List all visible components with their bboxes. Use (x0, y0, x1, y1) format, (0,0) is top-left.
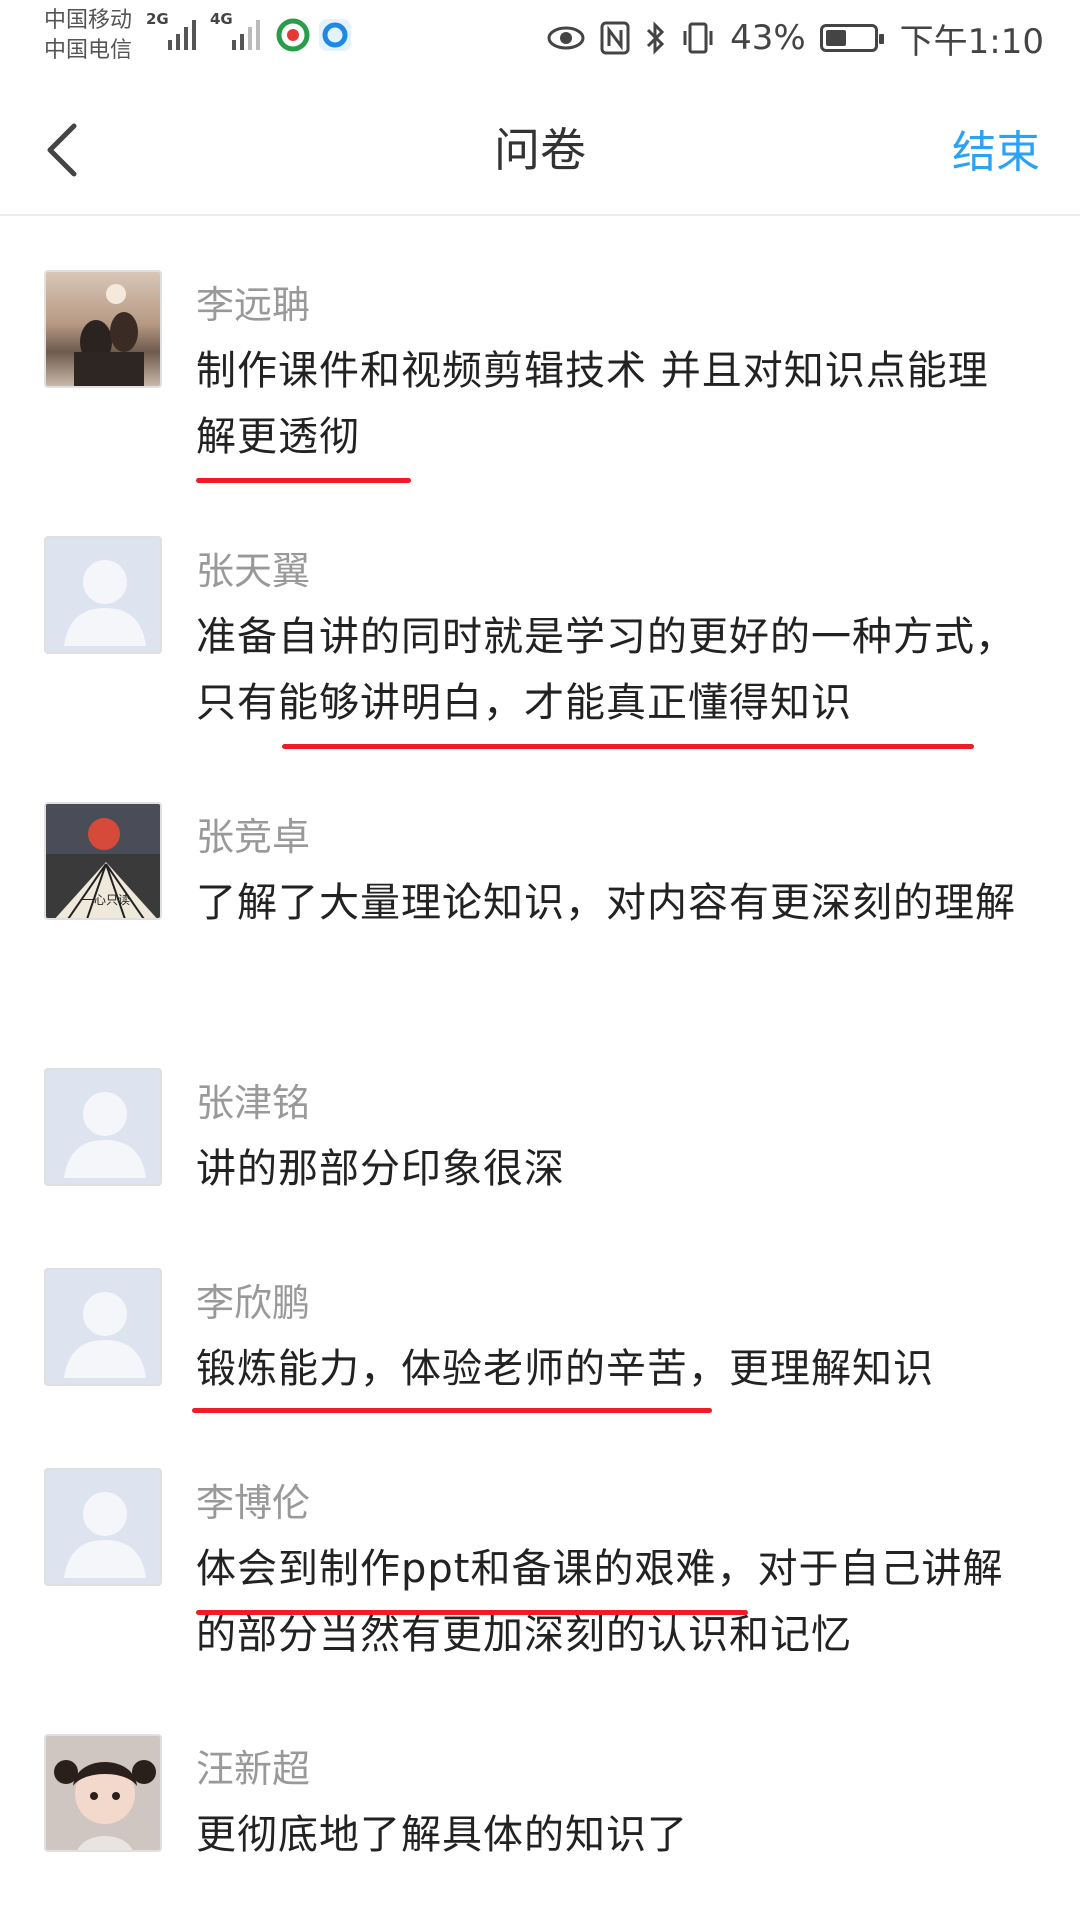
battery-level (825, 30, 846, 46)
avatar[interactable] (44, 1268, 162, 1386)
responder-name: 李远聃 (196, 283, 311, 327)
responder-name: 汪新超 (196, 1747, 311, 1791)
responder-name: 张津铭 (196, 1081, 311, 1125)
avatar[interactable]: 一心只读 (44, 802, 162, 920)
svg-text:一心只读: 一心只读 (82, 893, 130, 907)
avatar[interactable] (44, 1068, 162, 1186)
browser-notification-icon (319, 19, 351, 51)
responder-name: 张竞卓 (196, 815, 311, 859)
avatar[interactable] (44, 270, 162, 388)
eye-icon (547, 26, 585, 50)
response-text: 制作课件和视频剪辑技术 并且对知识点能理解更透彻 (196, 348, 989, 460)
default-avatar-icon (64, 1092, 146, 1178)
highlight-underline (192, 1408, 712, 1413)
response-text: 讲的那部分印象很深 (196, 1146, 565, 1192)
avatar[interactable] (44, 1734, 162, 1852)
status-right: 43% 下午1:10 (546, 14, 1044, 62)
responder-name: 张天翼 (196, 549, 311, 593)
carrier-info: 中国移动 中国电信 (44, 6, 132, 66)
bluetooth-icon (647, 21, 665, 55)
default-avatar-icon (64, 560, 146, 646)
carrier-1: 中国移动 (44, 8, 133, 33)
response-text: 锻炼能力，体验老师的辛苦，更理解知识 (196, 1346, 934, 1392)
responder-name: 李博伦 (196, 1481, 311, 1525)
battery-icon (819, 24, 884, 52)
clock: 下午1:10 (899, 21, 1044, 62)
avatar[interactable] (44, 1468, 162, 1586)
carrier-2: 中国电信 (44, 38, 133, 63)
photo-avatar-image (74, 284, 144, 386)
highlight-underline (196, 1610, 748, 1615)
app-notification-icon (276, 18, 310, 52)
signal-icon (168, 20, 196, 50)
highlight-underline (196, 478, 411, 483)
response-text: 准备自讲的同时就是学习的更好的一种方式，只有能够讲明白，才能真正懂得知识 (196, 614, 1016, 726)
response-text: 更彻底地了解具体的知识了 (196, 1812, 688, 1858)
photo-avatar-image (46, 1736, 160, 1850)
vibrate-icon (683, 22, 713, 54)
highlight-underline (282, 744, 974, 749)
default-avatar-icon (64, 1492, 146, 1578)
status-bar: 中国移动 中国电信 2G 4G 43% 下午1:10 (0, 0, 1080, 78)
response-text: 了解了大量理论知识，对内容有更深刻的理解 (196, 880, 1016, 926)
navigation-bar: 问卷 结束 (0, 78, 1080, 216)
avatar[interactable] (44, 536, 162, 654)
photo-avatar-image: 一心只读 (46, 804, 160, 918)
finish-button[interactable]: 结束 (952, 116, 1040, 180)
responder-name: 李欣鹏 (196, 1281, 311, 1325)
battery-percent: 43% (730, 18, 806, 58)
response-text: 体会到制作ppt和备课的艰难，对于自己讲解的部分当然有更加深刻的认识和记忆 (196, 1546, 1004, 1658)
page-title: 问卷 (494, 123, 586, 177)
default-avatar-icon (64, 1292, 146, 1378)
nfc-icon (600, 21, 630, 55)
signal-icon (232, 20, 260, 50)
